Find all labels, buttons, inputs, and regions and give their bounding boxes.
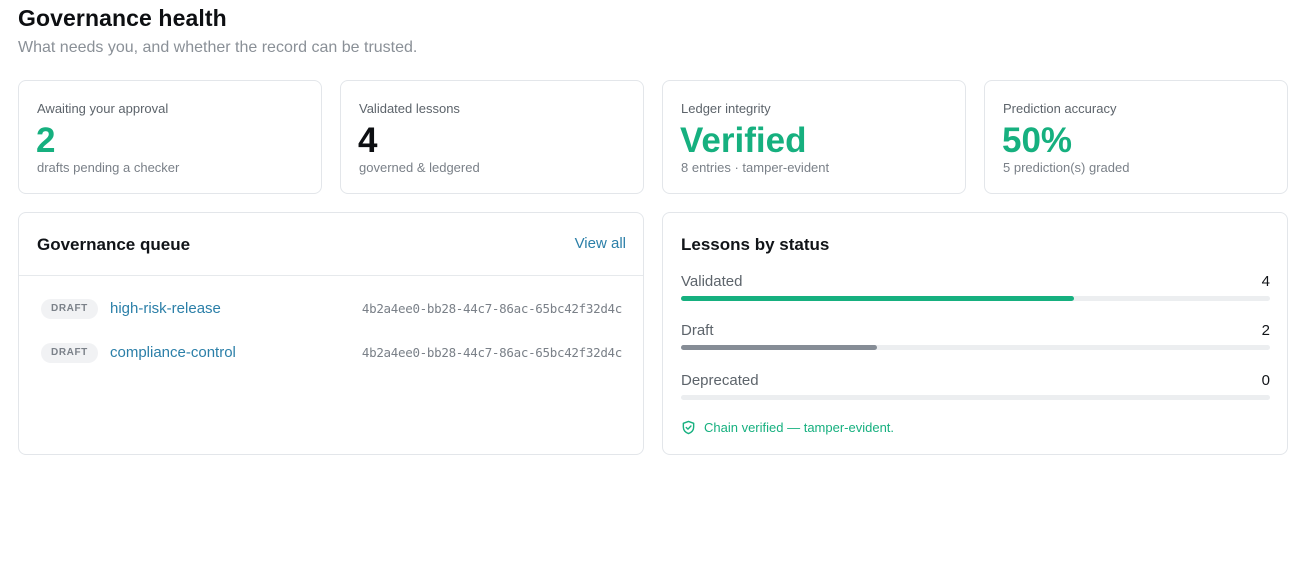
queue-item: DRAFT compliance-control 4b2a4ee0-bb28-4… (19, 343, 643, 367)
progress-track (681, 395, 1270, 400)
status-badge: DRAFT (41, 343, 98, 363)
stat-caption: 5 prediction(s) graded (1003, 160, 1130, 175)
status-row-validated: Validated 4 (681, 273, 1270, 313)
stat-label: Validated lessons (359, 101, 460, 116)
shield-check-icon (682, 420, 695, 435)
queue-item-id: 4b2a4ee0-bb28-44c7-86ac-65bc42f32d4c (361, 345, 622, 360)
stat-label: Ledger integrity (681, 101, 771, 116)
stat-card-validated-lessons: Validated lessons 4 governed & ledgered (340, 80, 644, 194)
queue-item-link[interactable]: compliance-control (110, 343, 236, 363)
stat-label: Awaiting your approval (37, 101, 169, 116)
status-badge: DRAFT (41, 299, 98, 319)
status-count: 0 (1261, 372, 1270, 389)
page-subtitle: What needs you, and whether the record c… (18, 39, 418, 56)
panel-title: Lessons by status (681, 235, 830, 254)
page-title: Governance health (18, 5, 227, 31)
stat-value: 2 (36, 121, 56, 160)
stat-card-awaiting-approval: Awaiting your approval 2 drafts pending … (18, 80, 322, 194)
stat-value: 4 (358, 121, 378, 160)
chain-note-text: Chain verified — tamper-evident. (704, 420, 895, 435)
status-row-deprecated: Deprecated 0 (681, 372, 1270, 412)
status-label: Deprecated (681, 372, 759, 389)
panel-title: Governance queue (37, 235, 191, 254)
stat-card-ledger-integrity: Ledger integrity Verified 8 entries · ta… (662, 80, 966, 194)
status-row-draft: Draft 2 (681, 322, 1270, 362)
chain-verified-note: Chain verified — tamper-evident. (681, 420, 894, 435)
status-label: Draft (681, 322, 714, 339)
lessons-by-status-panel: Lessons by status Validated 4 Draft 2 De… (662, 212, 1288, 455)
stat-card-prediction-accuracy: Prediction accuracy 50% 5 prediction(s) … (984, 80, 1288, 194)
queue-item-link[interactable]: high-risk-release (110, 299, 221, 319)
stat-caption: governed & ledgered (359, 160, 480, 175)
divider (19, 275, 643, 276)
governance-queue-panel: Governance queue View all DRAFT high-ris… (18, 212, 644, 455)
view-all-link[interactable]: View all (575, 235, 626, 252)
status-count: 4 (1261, 273, 1270, 290)
queue-item: DRAFT high-risk-release 4b2a4ee0-bb28-44… (19, 299, 643, 323)
stat-value: Verified (680, 121, 807, 160)
progress-fill (681, 345, 878, 350)
stat-caption: drafts pending a checker (37, 160, 180, 175)
progress-track (681, 296, 1270, 301)
progress-fill (681, 296, 1074, 301)
status-count: 2 (1261, 322, 1270, 339)
queue-item-id: 4b2a4ee0-bb28-44c7-86ac-65bc42f32d4c (361, 301, 622, 316)
stat-caption: 8 entries · tamper-evident (681, 160, 830, 175)
stat-value: 50% (1002, 121, 1073, 160)
governance-health-page: Governance health What needs you, and wh… (0, 0, 1300, 572)
progress-track (681, 345, 1270, 350)
status-label: Validated (681, 273, 743, 290)
stat-label: Prediction accuracy (1003, 101, 1117, 116)
